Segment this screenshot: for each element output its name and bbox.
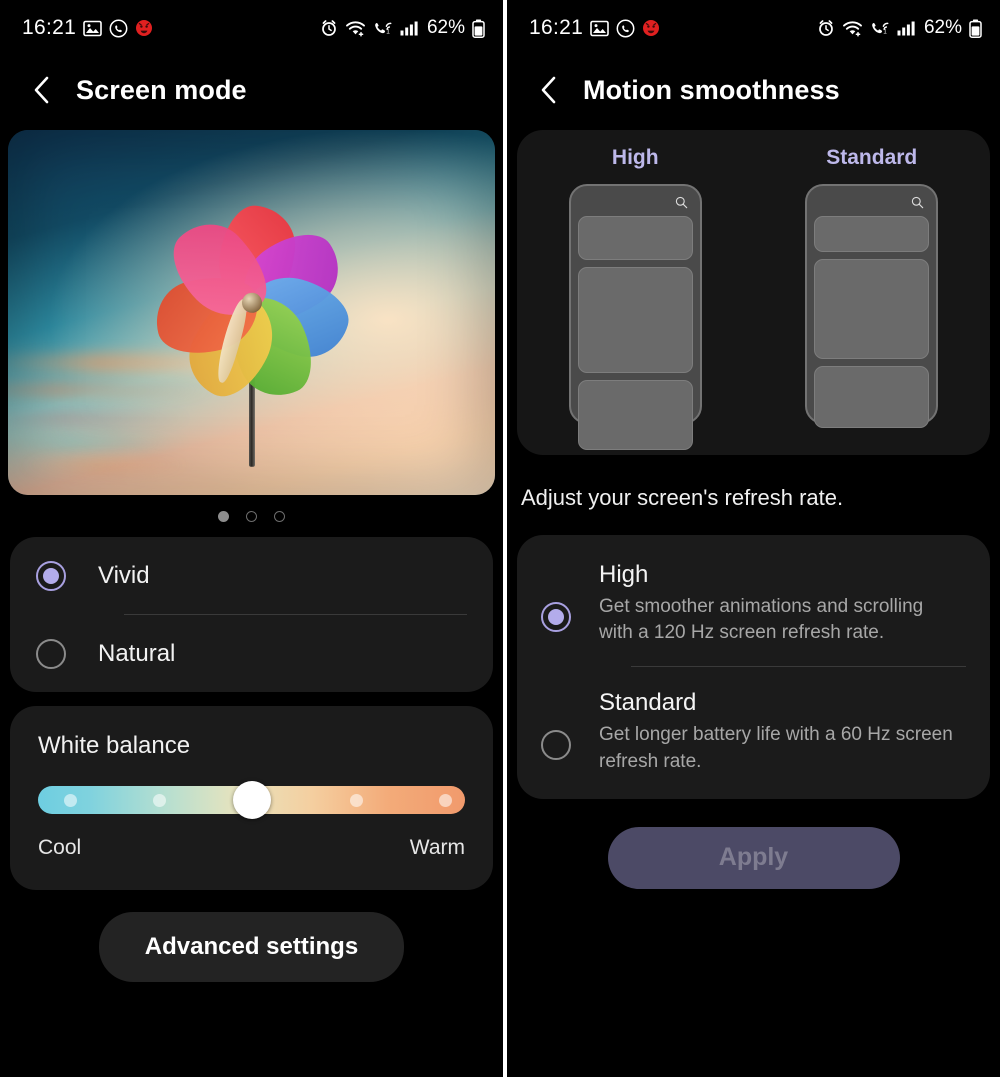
battery-icon bbox=[969, 19, 982, 38]
mock-search-row bbox=[814, 194, 929, 216]
mock-phone-high bbox=[568, 184, 702, 450]
page-dot-1[interactable] bbox=[218, 510, 229, 522]
refresh-rate-option-standard[interactable]: Standard Get longer battery life with a … bbox=[517, 667, 990, 794]
screen-mode-preview-image[interactable] bbox=[8, 130, 495, 495]
white-balance-warm-label: Warm bbox=[409, 836, 465, 859]
photos-icon bbox=[83, 20, 102, 37]
white-balance-title: White balance bbox=[38, 732, 191, 759]
radio-standard[interactable] bbox=[541, 730, 571, 761]
preview-page-indicator bbox=[0, 495, 503, 537]
mock-card bbox=[577, 216, 693, 260]
battery-percent: 62% bbox=[426, 17, 465, 38]
status-bar-right: 16:21 1 62% bbox=[507, 0, 1000, 56]
mock-card bbox=[577, 380, 693, 450]
motion-smoothness-preview: High Standard bbox=[517, 130, 990, 455]
title-bar-right: Motion smoothness bbox=[507, 56, 1000, 124]
mock-card bbox=[577, 267, 693, 373]
radio-high[interactable] bbox=[541, 601, 571, 632]
alarm-icon bbox=[817, 19, 835, 37]
mock-card bbox=[814, 366, 930, 428]
status-bar-left: 16:21 1 62% bbox=[0, 0, 503, 56]
back-chevron-icon[interactable] bbox=[537, 73, 561, 107]
mock-phone-standard bbox=[805, 184, 939, 428]
status-bar-right-group: 1 62% bbox=[320, 17, 485, 39]
apply-button[interactable]: Apply bbox=[607, 826, 900, 889]
battery-icon bbox=[472, 19, 485, 38]
mock-card bbox=[814, 216, 930, 252]
mock-search-row bbox=[578, 194, 693, 216]
back-chevron-icon[interactable] bbox=[30, 73, 54, 107]
slider-tick bbox=[349, 793, 363, 807]
motion-smoothness-phone: 16:21 1 62% Motion smoothness High Stand… bbox=[507, 0, 1000, 1077]
status-time: 16:21 bbox=[529, 16, 584, 39]
status-bar-right-group: 1 62% bbox=[817, 17, 982, 39]
mock-card bbox=[814, 259, 930, 359]
svg-text:1: 1 bbox=[386, 29, 390, 36]
screenshot-stage: 16:21 1 62% Screen mode Vivid Natural Wh… bbox=[0, 0, 1000, 1077]
option-standard-title: Standard bbox=[599, 689, 697, 717]
screen-mode-option-vivid[interactable]: Vivid bbox=[10, 537, 493, 614]
preview-column-standard: Standard bbox=[777, 146, 967, 455]
white-balance-card: White balance Cool Warm bbox=[10, 706, 493, 890]
app-notification-icon bbox=[135, 19, 153, 37]
slider-tick bbox=[153, 793, 167, 807]
battery-percent: 62% bbox=[923, 17, 962, 38]
photos-icon bbox=[590, 20, 609, 37]
signal-bars-icon bbox=[897, 20, 916, 36]
signal-bars-icon bbox=[400, 20, 419, 36]
white-balance-legend: Cool Warm bbox=[38, 836, 465, 860]
preview-column-high: High bbox=[540, 146, 730, 455]
slider-tick bbox=[439, 793, 453, 807]
advanced-settings-wrap: Advanced settings bbox=[0, 912, 503, 982]
option-standard-description: Get longer battery life with a 60 Hz scr… bbox=[599, 724, 953, 772]
radio-high-wrap[interactable] bbox=[541, 561, 571, 646]
wifi-icon bbox=[345, 19, 366, 37]
slider-tick bbox=[63, 793, 77, 807]
advanced-settings-button[interactable]: Advanced settings bbox=[98, 912, 405, 982]
page-title: Motion smoothness bbox=[583, 74, 840, 105]
refresh-rate-caption: Adjust your screen's refresh rate. bbox=[521, 485, 844, 510]
apply-button-wrap: Apply bbox=[507, 826, 1000, 889]
preview-label-standard: Standard bbox=[826, 146, 918, 169]
radio-vivid-label: Vivid bbox=[98, 561, 150, 589]
status-bar-left-group: 16:21 bbox=[529, 16, 660, 40]
option-standard-texts: Standard Get longer battery life with a … bbox=[599, 689, 954, 774]
radio-natural-label: Natural bbox=[98, 639, 176, 667]
page-title: Screen mode bbox=[76, 74, 247, 105]
white-balance-slider[interactable] bbox=[38, 781, 465, 819]
call-mute-icon: 1 bbox=[870, 19, 890, 37]
whatsapp-icon bbox=[616, 19, 635, 38]
screen-mode-option-natural[interactable]: Natural bbox=[10, 615, 493, 692]
refresh-rate-option-high[interactable]: High Get smoother animations and scrolli… bbox=[517, 539, 990, 666]
screen-mode-options-card: Vivid Natural bbox=[10, 537, 493, 692]
option-high-texts: High Get smoother animations and scrolli… bbox=[599, 561, 954, 646]
white-balance-slider-thumb[interactable] bbox=[232, 781, 271, 819]
option-high-description: Get smoother animations and scrolling wi… bbox=[599, 596, 924, 644]
search-icon bbox=[675, 196, 688, 214]
search-icon bbox=[911, 196, 924, 214]
preview-label-high: High bbox=[611, 146, 659, 169]
refresh-rate-options-card: High Get smoother animations and scrolli… bbox=[517, 535, 990, 799]
app-notification-icon bbox=[642, 19, 660, 37]
page-dot-2[interactable] bbox=[246, 510, 257, 522]
title-bar-left: Screen mode bbox=[0, 56, 503, 124]
radio-standard-wrap[interactable] bbox=[541, 689, 571, 774]
white-balance-cool-label: Cool bbox=[38, 836, 82, 859]
option-high-title: High bbox=[599, 561, 649, 588]
status-time: 16:21 bbox=[22, 16, 77, 39]
radio-natural[interactable] bbox=[36, 638, 66, 669]
wifi-icon bbox=[842, 19, 863, 37]
image-vignette bbox=[8, 130, 495, 495]
screen-mode-preview-wrap bbox=[0, 124, 503, 495]
page-dot-3[interactable] bbox=[274, 510, 285, 522]
screen-mode-phone: 16:21 1 62% Screen mode Vivid Natural Wh… bbox=[0, 0, 503, 1077]
svg-text:1: 1 bbox=[883, 29, 887, 36]
status-bar-left-group: 16:21 bbox=[22, 16, 153, 40]
whatsapp-icon bbox=[109, 19, 128, 38]
call-mute-icon: 1 bbox=[373, 19, 393, 37]
radio-vivid[interactable] bbox=[36, 560, 66, 591]
alarm-icon bbox=[320, 19, 338, 37]
